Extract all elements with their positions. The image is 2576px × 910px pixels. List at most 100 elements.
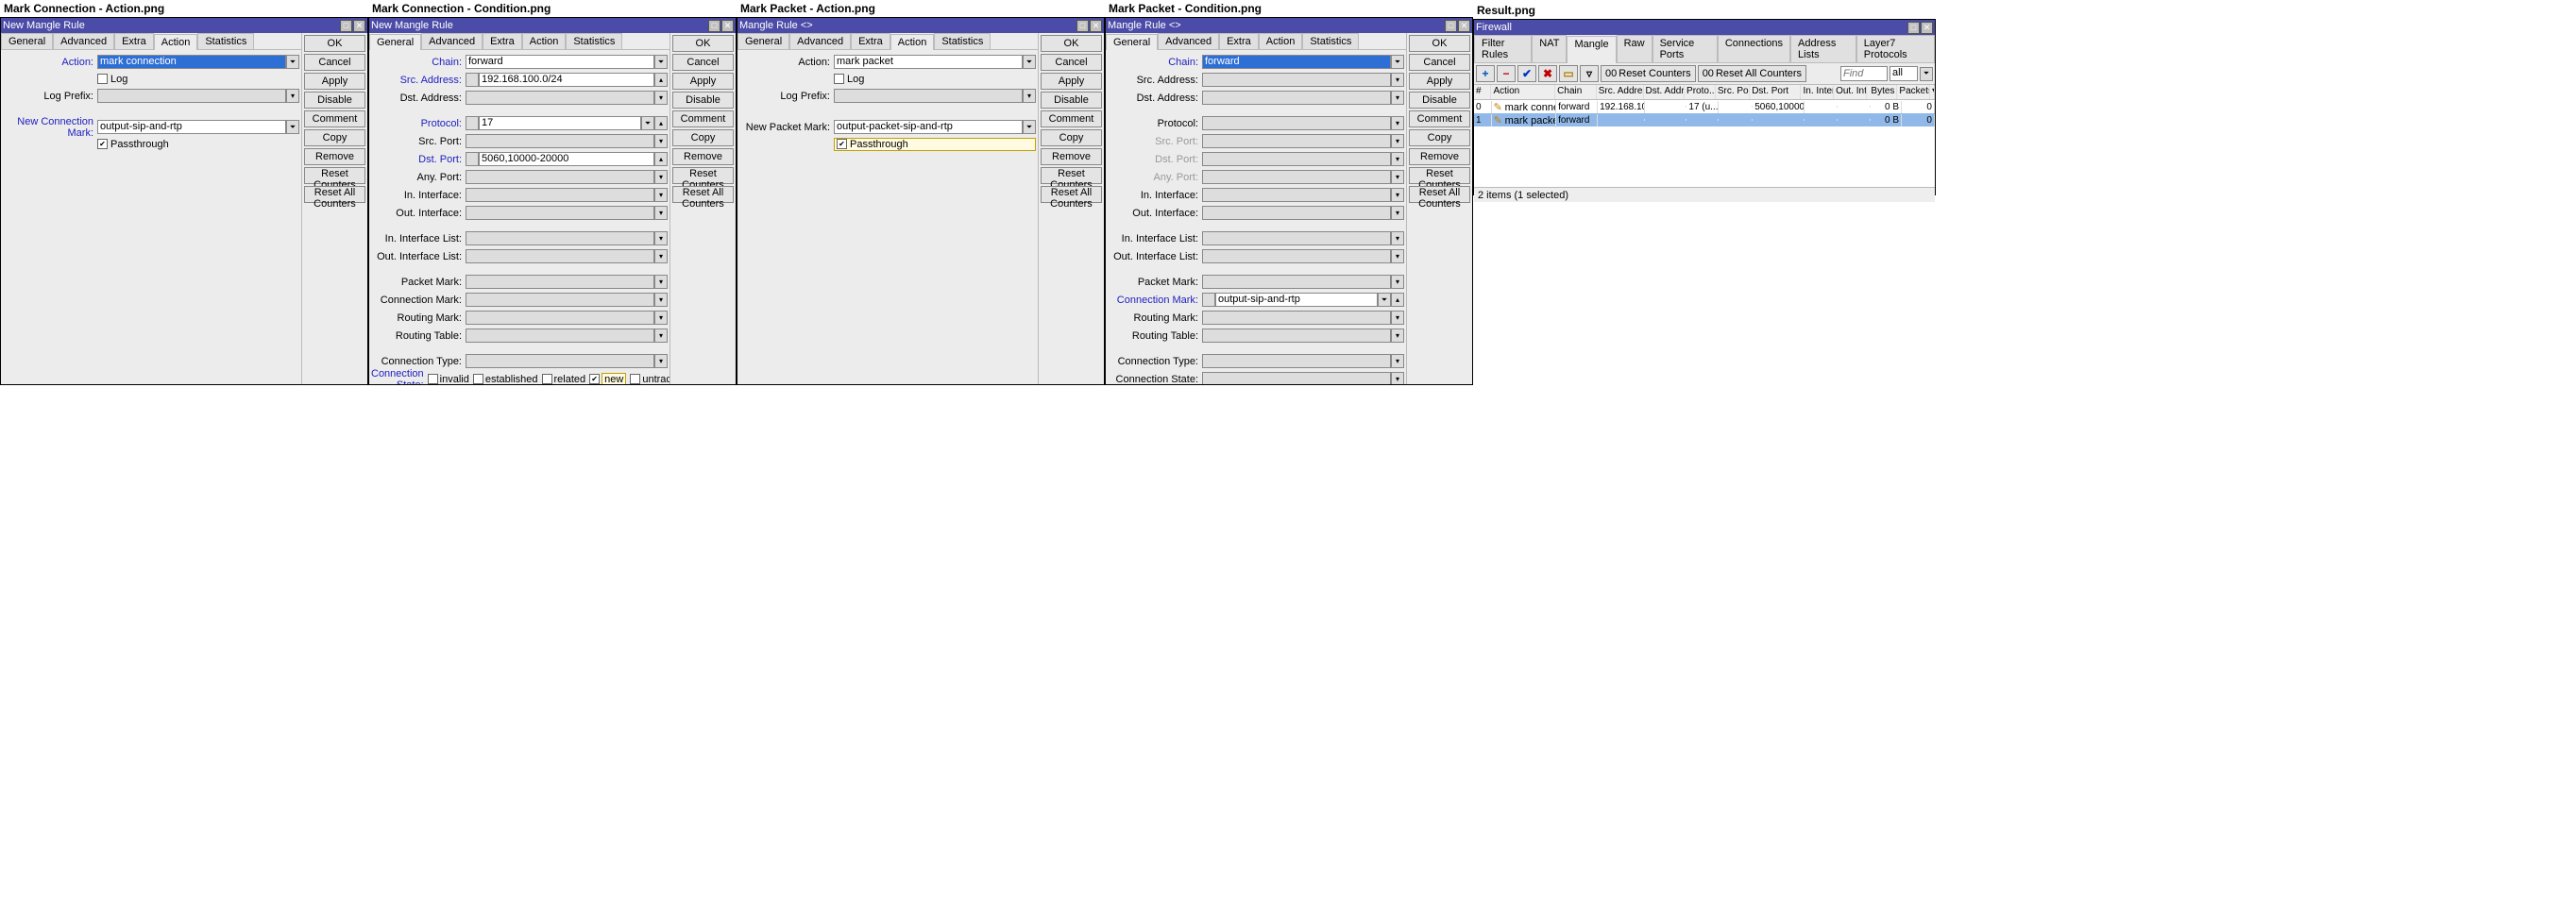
ininterface-input[interactable] <box>1202 188 1391 202</box>
srcaddr-input[interactable] <box>1202 73 1391 87</box>
comment-button[interactable]: Comment <box>1041 110 1102 127</box>
outinterface-input[interactable] <box>466 206 654 220</box>
dropdown-icon[interactable]: ⏷ <box>641 116 654 130</box>
expand-icon[interactable]: ▾ <box>1391 170 1404 184</box>
tab-statistics[interactable]: Statistics <box>934 33 991 49</box>
tab-general[interactable]: General <box>737 33 789 49</box>
expand-icon[interactable]: ▾ <box>654 134 668 148</box>
copy-button[interactable]: Copy <box>304 129 365 146</box>
tab-extra[interactable]: Extra <box>114 33 154 49</box>
expand-icon[interactable]: ▾ <box>654 293 668 307</box>
add-icon[interactable]: + <box>1476 65 1495 82</box>
tab-action[interactable]: Action <box>522 33 567 49</box>
action-input[interactable]: mark packet <box>834 55 1023 69</box>
tab-action[interactable]: Action <box>1259 33 1303 49</box>
apply-button[interactable]: Apply <box>1409 73 1470 90</box>
invalid-checkbox[interactable] <box>428 374 438 384</box>
col-chain[interactable]: Chain <box>1555 85 1597 99</box>
expand-icon[interactable]: ▾ <box>654 354 668 368</box>
outinterlist-input[interactable] <box>1202 249 1391 263</box>
related-checkbox[interactable] <box>542 374 552 384</box>
tab-advanced[interactable]: Advanced <box>53 33 114 49</box>
comment-button[interactable]: Comment <box>672 110 734 127</box>
close-icon[interactable]: ✕ <box>1921 22 1933 34</box>
dstaddr-input[interactable] <box>466 91 654 105</box>
reset-counters-button[interactable]: Reset Counters <box>304 167 365 184</box>
invert-icon[interactable] <box>466 152 479 166</box>
expand-icon[interactable]: ▴ <box>654 73 668 87</box>
expand-icon[interactable]: ▾ <box>286 89 299 103</box>
expand-icon[interactable]: ▾ <box>1391 134 1404 148</box>
conntype-input[interactable] <box>1202 354 1391 368</box>
col-src[interactable]: Src. Address <box>1597 85 1644 99</box>
table-row[interactable]: 0 ✎ mark connection forward 192.168.10..… <box>1474 100 1935 113</box>
cancel-button[interactable]: Cancel <box>1041 54 1102 71</box>
connstate-input[interactable] <box>1202 372 1391 384</box>
log-checkbox[interactable] <box>834 74 844 84</box>
ok-button[interactable]: OK <box>1409 35 1470 52</box>
ininterface-input[interactable] <box>466 188 654 202</box>
filter-icon[interactable]: ▿ <box>1580 65 1599 82</box>
expand-icon[interactable]: ▾ <box>654 249 668 263</box>
expand-icon[interactable]: ▾ <box>1391 275 1404 289</box>
expand-icon[interactable]: ▾ <box>654 91 668 105</box>
tab-address[interactable]: Address Lists <box>1790 35 1856 62</box>
expand-icon[interactable]: ▾ <box>1391 116 1404 130</box>
newpacketmark-input[interactable]: output-packet-sip-and-rtp <box>834 120 1023 134</box>
reset-all-counters-button[interactable]: Reset All Counters <box>1409 186 1470 203</box>
copy-button[interactable]: Copy <box>1041 129 1102 146</box>
tab-general[interactable]: General <box>1106 34 1158 50</box>
established-checkbox[interactable] <box>473 374 483 384</box>
chain-input[interactable]: forward <box>466 55 654 69</box>
protocol-input[interactable]: 17 <box>479 116 641 130</box>
ok-button[interactable]: OK <box>672 35 734 52</box>
expand-icon[interactable]: ▾ <box>1391 249 1404 263</box>
passthrough-checkbox[interactable] <box>837 139 847 149</box>
expand-icon[interactable]: ▾ <box>654 231 668 245</box>
minimize-icon[interactable]: □ <box>340 20 352 32</box>
protocol-input[interactable] <box>1202 116 1391 130</box>
srcaddr-input[interactable]: 192.168.100.0/24 <box>479 73 654 87</box>
logprefix-input[interactable] <box>97 89 286 103</box>
close-icon[interactable]: ✕ <box>353 20 365 32</box>
dropdown-icon[interactable]: ⏷ <box>286 55 299 69</box>
reset-counters-button[interactable]: 00Reset Counters <box>1601 65 1696 82</box>
expand-icon[interactable]: ▴ <box>654 152 668 166</box>
remove-button[interactable]: Remove <box>1409 148 1470 165</box>
tab-advanced[interactable]: Advanced <box>421 33 483 49</box>
reset-all-counters-button[interactable]: Reset All Counters <box>672 186 734 203</box>
apply-button[interactable]: Apply <box>304 73 365 90</box>
tab-extra[interactable]: Extra <box>851 33 890 49</box>
tab-filter[interactable]: Filter Rules <box>1474 35 1532 62</box>
dropdown-icon[interactable]: ⏷ <box>1023 55 1036 69</box>
apply-button[interactable]: Apply <box>1041 73 1102 90</box>
anyport-input[interactable] <box>466 170 654 184</box>
routingtable-input[interactable] <box>466 329 654 343</box>
connmark-input[interactable] <box>466 293 654 307</box>
dstport-input[interactable]: 5060,10000-20000 <box>479 152 654 166</box>
packetmark-input[interactable] <box>1202 275 1391 289</box>
dropdown-icon[interactable]: ⏷ <box>654 55 668 69</box>
expand-icon[interactable]: ▾ <box>1391 354 1404 368</box>
col-dst[interactable]: Dst. Address <box>1644 85 1686 99</box>
apply-button[interactable]: Apply <box>672 73 734 90</box>
routingmark-input[interactable] <box>1202 311 1391 325</box>
expand-icon[interactable]: ▾ <box>654 275 668 289</box>
tab-extra[interactable]: Extra <box>1219 33 1259 49</box>
col-action[interactable]: Action <box>1491 85 1555 99</box>
close-icon[interactable]: ✕ <box>1090 20 1102 32</box>
srcport-input[interactable] <box>466 134 654 148</box>
tab-statistics[interactable]: Statistics <box>1302 33 1359 49</box>
col-out[interactable]: Out. Int... <box>1834 85 1867 99</box>
expand-icon[interactable]: ▾ <box>1391 73 1404 87</box>
dropdown-icon[interactable]: ⏷ <box>286 120 299 134</box>
routingmark-input[interactable] <box>466 311 654 325</box>
dropdown-icon[interactable]: ⏷ <box>1023 120 1036 134</box>
tab-layer7[interactable]: Layer7 Protocols <box>1856 35 1935 62</box>
expand-icon[interactable]: ▾ <box>654 311 668 325</box>
close-icon[interactable]: ✕ <box>1458 20 1470 32</box>
expand-icon[interactable]: ▴ <box>1391 293 1404 307</box>
expand-icon[interactable]: ▾ <box>1391 329 1404 343</box>
logprefix-input[interactable] <box>834 89 1023 103</box>
minimize-icon[interactable]: □ <box>1445 20 1457 32</box>
